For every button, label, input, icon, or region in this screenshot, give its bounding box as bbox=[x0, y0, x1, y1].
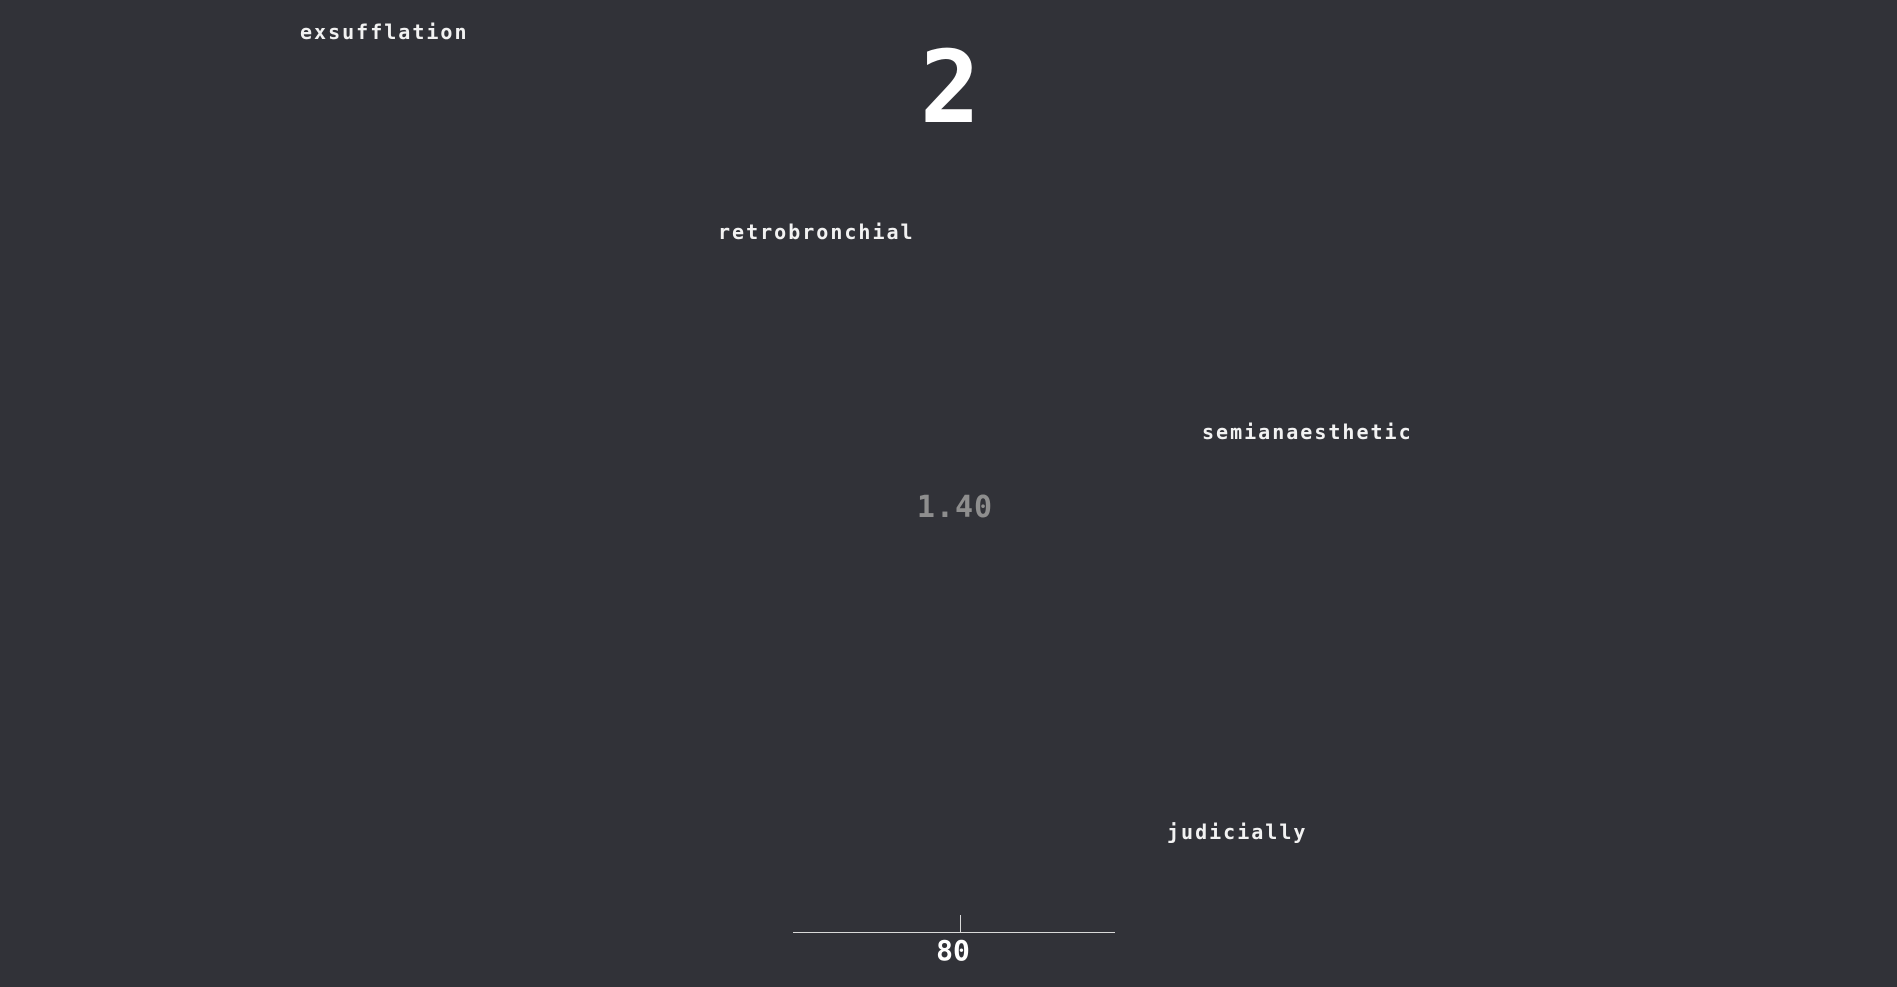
falling-word[interactable]: exsufflation bbox=[300, 20, 469, 44]
score-counter: 2 bbox=[919, 29, 981, 146]
falling-word[interactable]: semianaesthetic bbox=[1202, 420, 1413, 444]
timer-marker bbox=[960, 915, 961, 932]
timer-value: 80 bbox=[936, 934, 970, 967]
falling-word[interactable]: judicially bbox=[1167, 820, 1307, 844]
falling-word[interactable]: retrobronchial bbox=[718, 220, 915, 244]
score-multiplier: 1.40 bbox=[916, 490, 994, 525]
timer-track bbox=[793, 932, 1115, 933]
